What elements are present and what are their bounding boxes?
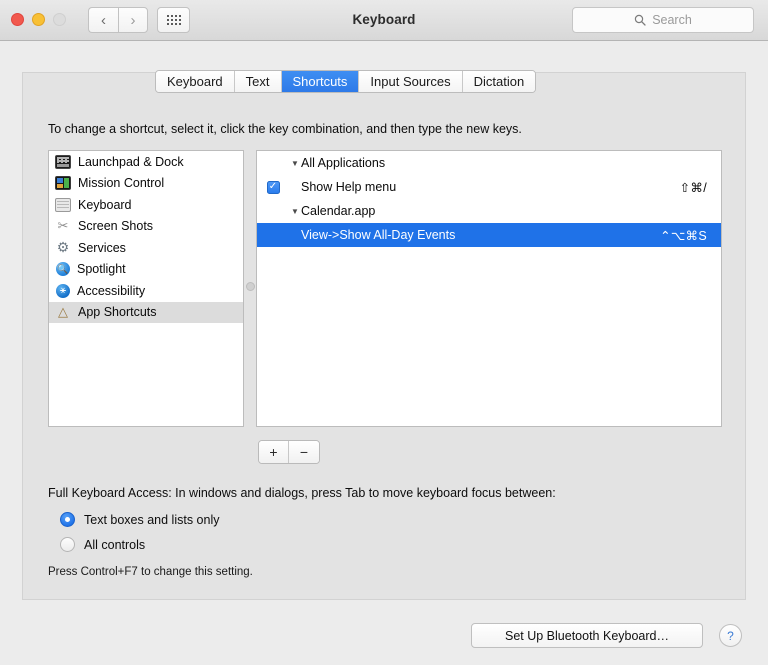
tab-shortcuts[interactable]: Shortcuts — [282, 71, 360, 92]
tab-input-sources[interactable]: Input Sources — [359, 71, 462, 92]
shortcut-keys[interactable]: ⇧⌘/ — [680, 180, 721, 195]
sidebar-item-label: Services — [78, 242, 126, 255]
radio-option-label: Text boxes and lists only — [84, 513, 220, 527]
tab-text[interactable]: Text — [235, 71, 282, 92]
search-placeholder: Search — [652, 13, 692, 27]
sidebar-item-label: Mission Control — [78, 177, 164, 190]
sidebar-item-label: Keyboard — [78, 199, 132, 212]
shortcut-group-label: All Applications — [301, 156, 707, 170]
shortcut-label: View->Show All-Day Events — [301, 228, 660, 242]
shortcut-enabled-checkbox-cell[interactable]: ✓ — [257, 181, 289, 194]
shortcut-group-row[interactable]: ▼ Calendar.app — [257, 199, 721, 223]
disclosure-triangle-icon[interactable]: ▼ — [289, 159, 301, 168]
add-shortcut-button[interactable]: + — [259, 441, 289, 463]
tab-keyboard[interactable]: Keyboard — [156, 71, 235, 92]
pane-resize-handle[interactable] — [246, 282, 255, 291]
sidebar-item-keyboard[interactable]: Keyboard — [49, 194, 243, 216]
search-field[interactable]: Search — [572, 7, 754, 33]
sidebar-item-label: Accessibility — [77, 285, 145, 298]
search-icon — [634, 14, 646, 26]
radio-option-text-boxes-and-lists-only[interactable]: Text boxes and lists only — [60, 512, 220, 527]
sidebar-item-launchpad-dock[interactable]: Launchpad & Dock — [49, 151, 243, 173]
shortcut-group-label: Calendar.app — [301, 204, 707, 218]
accessibility-icon: ⚹ — [56, 284, 70, 298]
app-shortcuts-icon: △ — [55, 305, 71, 319]
instruction-text: To change a shortcut, select it, click t… — [48, 122, 522, 136]
shortcut-category-list[interactable]: Launchpad & Dock Mission Control Keyboar… — [48, 150, 244, 427]
radio-option-label: All controls — [84, 538, 145, 552]
full-keyboard-access-title: Full Keyboard Access: In windows and dia… — [48, 486, 556, 500]
sidebar-item-services[interactable]: ⚙ Services — [49, 237, 243, 259]
sidebar-item-accessibility[interactable]: ⚹ Accessibility — [49, 280, 243, 302]
sidebar-item-label: Spotlight — [77, 263, 126, 276]
launchpad-dock-icon — [55, 155, 71, 169]
full-keyboard-access-hint: Press Control+F7 to change this setting. — [48, 566, 253, 578]
sidebar-item-screen-shots[interactable]: ✂ Screen Shots — [49, 216, 243, 238]
remove-shortcut-button[interactable]: − — [289, 441, 319, 463]
sidebar-item-label: Screen Shots — [78, 220, 153, 233]
shortcut-keys[interactable]: ⌃⌥⌘S — [660, 228, 721, 243]
sidebar-item-label: App Shortcuts — [78, 306, 157, 319]
sidebar-item-label: Launchpad & Dock — [78, 156, 184, 169]
tab-bar: Keyboard Text Shortcuts Input Sources Di… — [155, 70, 536, 93]
shortcut-label: Show Help menu — [301, 180, 680, 194]
shortcut-row-selected[interactable]: View->Show All-Day Events ⌃⌥⌘S — [257, 223, 721, 247]
shortcut-list[interactable]: ▼ All Applications ✓ Show Help menu ⇧⌘/ … — [256, 150, 722, 427]
help-button[interactable]: ? — [719, 624, 742, 647]
services-gear-icon: ⚙ — [55, 241, 71, 255]
screen-shots-icon: ✂ — [55, 219, 71, 233]
sidebar-item-mission-control[interactable]: Mission Control — [49, 173, 243, 195]
sidebar-item-spotlight[interactable]: 🔍 Spotlight — [49, 259, 243, 281]
keyboard-icon — [55, 198, 71, 212]
shortcut-group-row[interactable]: ▼ All Applications — [257, 151, 721, 175]
spotlight-icon: 🔍 — [56, 262, 70, 276]
radio-button-icon[interactable] — [60, 537, 75, 552]
sidebar-item-app-shortcuts[interactable]: △ App Shortcuts — [49, 302, 243, 324]
add-remove-shortcut-controls: + − — [258, 440, 320, 464]
checkmark-icon[interactable]: ✓ — [267, 181, 280, 194]
title-bar: ‹ › Keyboard Search — [0, 0, 768, 41]
mission-control-icon — [55, 176, 71, 190]
radio-option-all-controls[interactable]: All controls — [60, 537, 145, 552]
shortcut-row[interactable]: ✓ Show Help menu ⇧⌘/ — [257, 175, 721, 199]
set-up-bluetooth-keyboard-button[interactable]: Set Up Bluetooth Keyboard… — [471, 623, 703, 648]
disclosure-triangle-icon[interactable]: ▼ — [289, 207, 301, 216]
radio-button-icon[interactable] — [60, 512, 75, 527]
tab-dictation[interactable]: Dictation — [463, 71, 536, 92]
